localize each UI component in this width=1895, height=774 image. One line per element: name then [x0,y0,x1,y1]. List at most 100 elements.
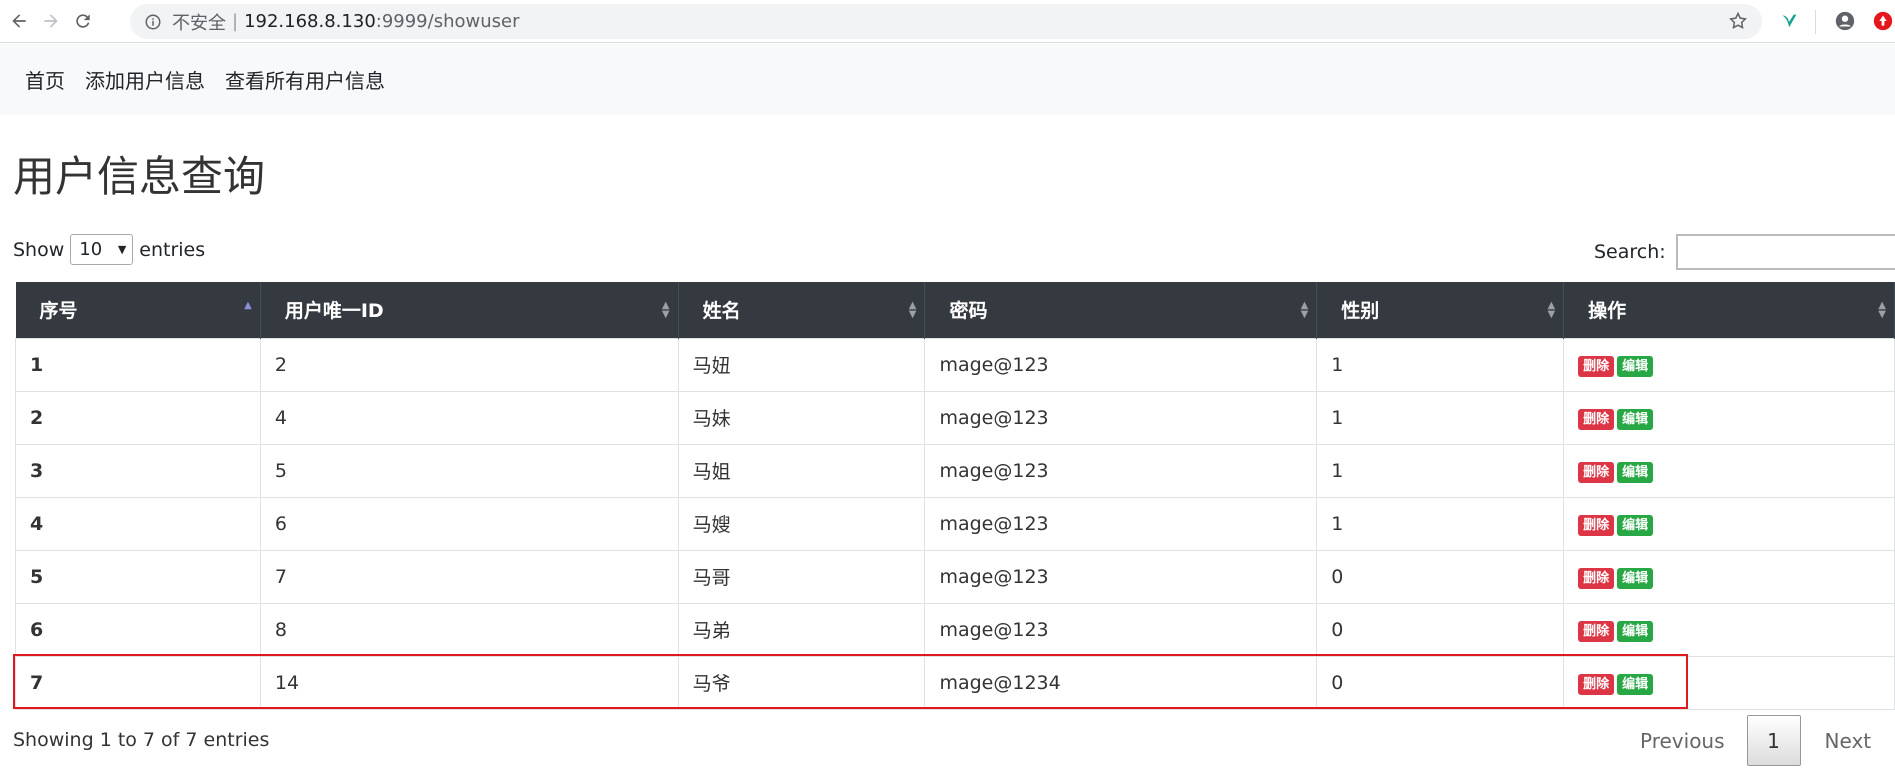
dropdown-caret-icon: ▼ [117,243,127,256]
edit-button[interactable]: 编辑 [1617,355,1654,377]
edit-button[interactable]: 编辑 [1617,461,1654,483]
entries-per-page-value: 10 [79,239,103,260]
cell-index: 2 [15,390,261,445]
table-info: Showing 1 to 7 of 7 entries [13,729,270,751]
cell-uid: 6 [259,496,679,551]
show-label: Show [13,238,65,261]
delete-button[interactable]: 删除 [1578,408,1615,430]
cell-name: 马爷 [677,655,926,710]
reload-button[interactable] [70,8,96,34]
cell-index: 1 [15,337,261,392]
cell-name: 马嫂 [677,496,926,551]
delete-button[interactable]: 删除 [1578,620,1615,642]
delete-button[interactable]: 删除 [1578,673,1615,695]
cell-actions: 删除 编辑 [1563,496,1895,551]
nav-home-link[interactable]: 首页 [25,65,65,94]
address-bar[interactable]: 不安全 | 192.168.8.130 :9999/showuser [130,4,1762,39]
sort-both-icon: ▲ ▼ [1878,300,1886,320]
cell-password: mage@123 [924,496,1318,551]
delete-button[interactable]: 删除 [1578,461,1615,483]
user-table: 序号 ▲ 用户唯一ID ▲ ▼ 姓名 ▲ ▼ 密码 ▲ ▼ 性别 ▲ ▼ 操作 ▲ ▼ 1 2 马妞 … [15,282,1895,710]
column-header-label: 操作 [1588,300,1627,323]
cell-uid: 8 [259,602,679,657]
sort-both-icon: ▲ ▼ [1547,300,1556,320]
table-row: 7 14 马爷 mage@1234 0 删除 编辑 [15,655,1895,710]
cell-uid: 14 [259,655,679,710]
column-header-sex[interactable]: 性别 ▲ ▼ [1316,282,1565,338]
profile-icon[interactable] [1834,10,1856,32]
cell-index: 3 [15,443,261,498]
entries-label: entries [139,238,206,261]
cell-actions: 删除 编辑 [1563,602,1895,657]
search-input[interactable] [1675,234,1895,270]
delete-button[interactable]: 删除 [1578,355,1615,377]
column-header-label: 密码 [949,300,988,323]
cell-sex: 0 [1316,602,1565,657]
column-header-uid[interactable]: 用户唯一ID ▲ ▼ [260,282,679,338]
forward-arrow-icon [44,14,58,28]
cell-password: mage@123 [924,549,1318,604]
column-header-label: 用户唯一ID [284,300,384,323]
sort-both-icon: ▲ ▼ [908,300,917,320]
forward-button[interactable] [38,8,64,34]
cell-index: 7 [15,655,261,710]
column-header-name[interactable]: 姓名 ▲ ▼ [678,282,926,338]
top-navbar: 首页 添加用户信息 查看所有用户信息 [0,44,1895,115]
table-row: 6 8 马弟 mage@123 0 删除 编辑 [15,602,1895,657]
cell-actions: 删除 编辑 [1563,390,1895,445]
cell-password: mage@123 [924,443,1318,498]
edit-button[interactable]: 编辑 [1617,567,1654,589]
entries-length-control: Show 10 ▼ entries [13,234,205,265]
table-row: 2 4 马妹 mage@123 1 删除 编辑 [15,390,1895,445]
cell-sex: 1 [1316,443,1565,498]
column-header-label: 姓名 [702,300,741,323]
cell-sex: 1 [1316,496,1565,551]
table-row: 5 7 马哥 mage@123 0 删除 编辑 [15,549,1895,604]
column-header-label: 序号 [39,300,78,323]
reload-icon [76,14,90,28]
toolbar-divider [1815,10,1816,34]
cell-name: 马姐 [677,443,926,498]
nav-add-user-link[interactable]: 添加用户信息 [85,65,205,94]
cell-sex: 0 [1316,549,1565,604]
delete-button[interactable]: 删除 [1578,514,1615,536]
adblock-icon[interactable] [1872,10,1894,32]
column-header-password[interactable]: 密码 ▲ ▼ [924,282,1318,338]
next-page-button[interactable]: Next [1825,729,1872,753]
cell-index: 4 [15,496,261,551]
column-header-index[interactable]: 序号 ▲ [15,282,261,338]
search-label: Search: [1594,241,1666,263]
search-control: Search: [1594,234,1895,270]
cell-name: 马弟 [677,602,926,657]
nav-view-all-link[interactable]: 查看所有用户信息 [225,65,385,94]
column-header-actions[interactable]: 操作 ▲ ▼ [1563,282,1895,338]
url-host: 192.168.8.130 [244,11,376,32]
delete-button[interactable]: 删除 [1578,567,1615,589]
bookmark-star-icon[interactable] [1728,11,1748,31]
url-separator: | [232,11,239,32]
table-header-row: 序号 ▲ 用户唯一ID ▲ ▼ 姓名 ▲ ▼ 密码 ▲ ▼ 性别 ▲ ▼ 操作 ▲ ▼ [15,282,1895,338]
edit-button[interactable]: 编辑 [1617,514,1654,536]
entries-per-page-select[interactable]: 10 ▼ [70,234,134,265]
back-button[interactable] [6,8,32,34]
security-status: 不安全 [172,12,226,34]
cell-index: 6 [15,602,261,657]
cell-actions: 删除 编辑 [1563,549,1895,604]
cell-sex: 1 [1316,390,1565,445]
edit-button[interactable]: 编辑 [1617,408,1654,430]
edit-button[interactable]: 编辑 [1617,620,1654,642]
cell-password: mage@1234 [924,655,1318,710]
cell-uid: 2 [259,337,679,392]
cell-index: 5 [15,549,261,604]
sort-both-icon: ▲ ▼ [661,300,670,320]
cell-actions: 删除 编辑 [1563,337,1895,392]
cell-name: 马哥 [677,549,926,604]
page-number-button[interactable]: 1 [1746,715,1801,766]
info-icon[interactable] [144,13,162,31]
previous-page-button[interactable]: Previous [1640,729,1725,753]
cell-password: mage@123 [924,337,1318,392]
table-row: 3 5 马姐 mage@123 1 删除 编辑 [15,443,1895,498]
extension-icon[interactable] [1779,10,1801,32]
edit-button[interactable]: 编辑 [1617,673,1654,695]
cell-password: mage@123 [924,390,1318,445]
